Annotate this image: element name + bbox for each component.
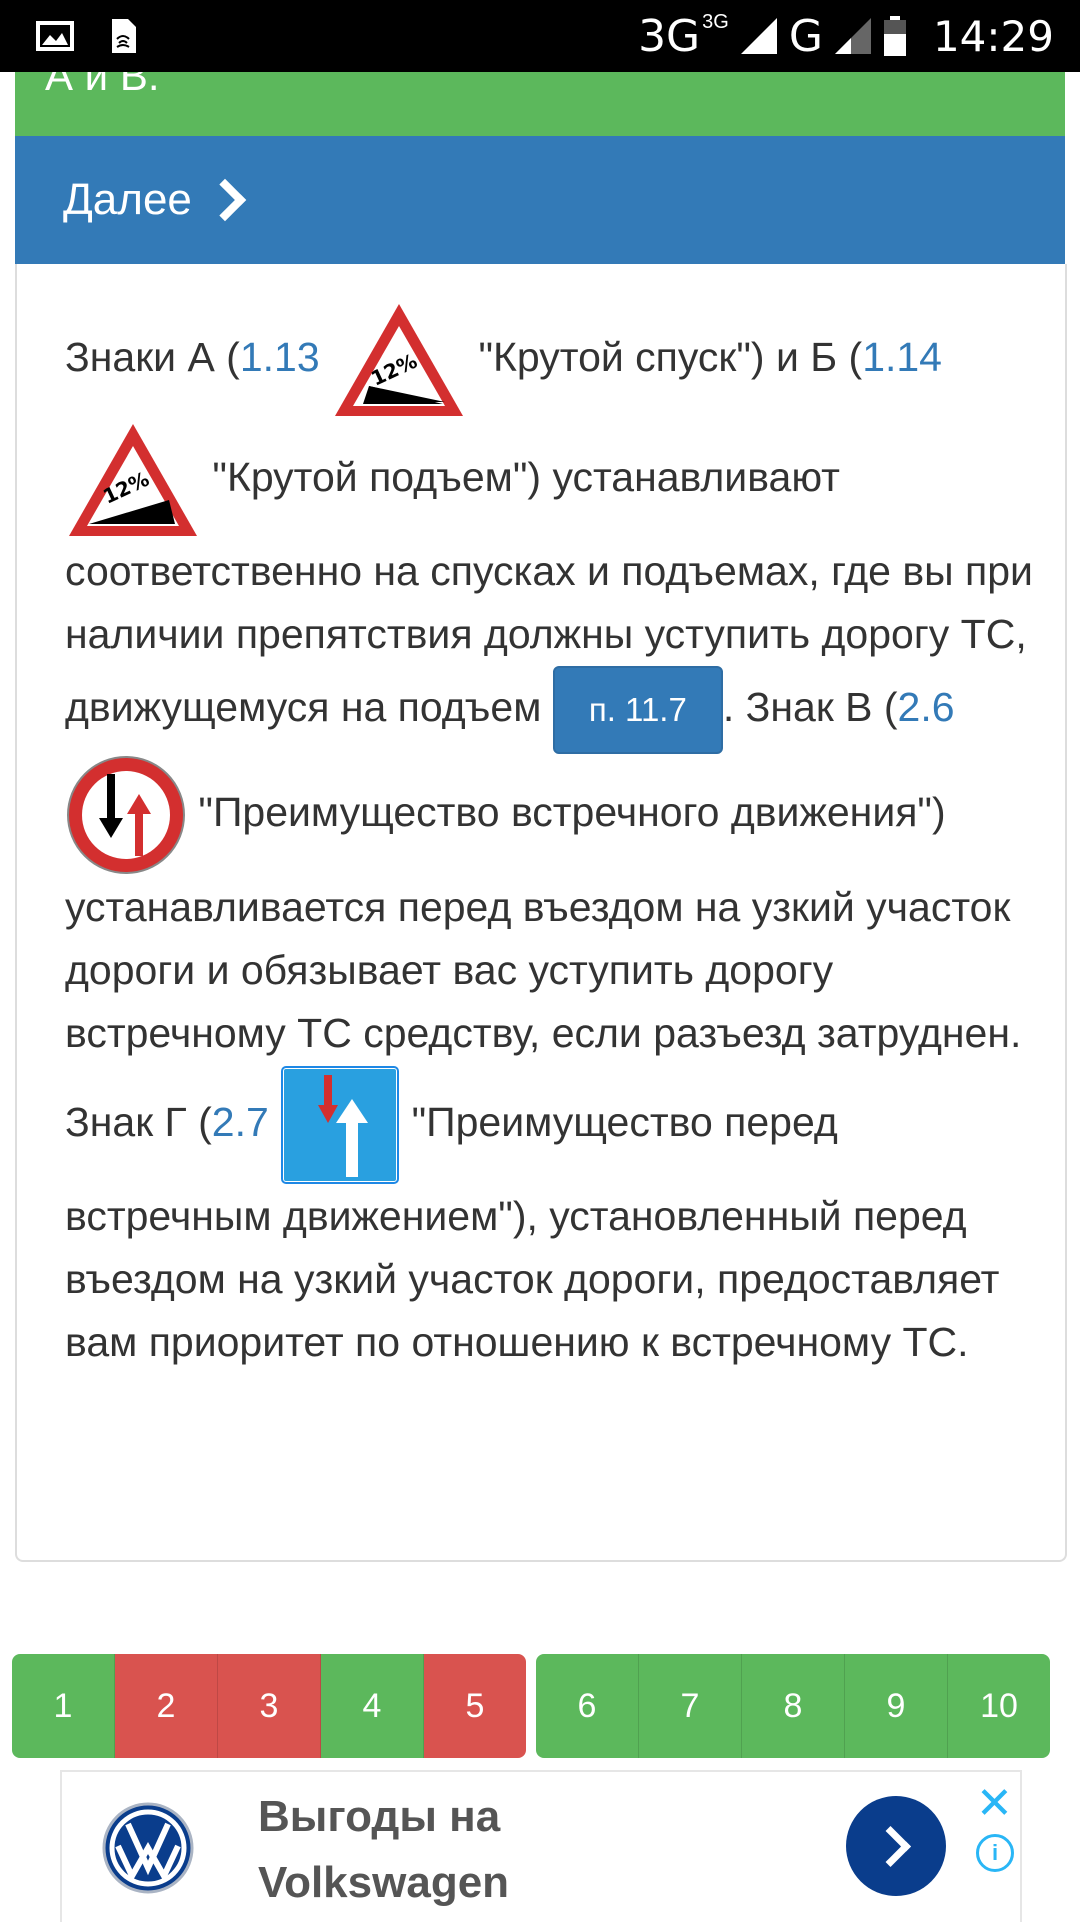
status-bar: 3G 3G G 14:29 bbox=[0, 0, 1080, 72]
priority-over-oncoming-sign-icon bbox=[280, 1065, 401, 1185]
link-sign-1-14[interactable]: 1.14 bbox=[862, 334, 942, 380]
explanation-text: Знаки А (1.13 12% "Крутой спуск") и Б (1… bbox=[65, 300, 1045, 1374]
ad-banner[interactable]: Выгоды на Volkswagen ✕ i bbox=[60, 1770, 1022, 1922]
next-button[interactable]: Далее bbox=[15, 136, 1065, 264]
clock: 14:29 bbox=[932, 11, 1054, 61]
page-button-4[interactable]: 4 bbox=[321, 1654, 424, 1758]
network-type-g: G bbox=[788, 10, 823, 62]
link-sign-2-7[interactable]: 2.7 bbox=[212, 1099, 269, 1145]
oncoming-priority-sign-icon bbox=[67, 756, 185, 874]
steep-ascent-sign-icon: 12% bbox=[69, 424, 197, 536]
ad-title[interactable]: Выгоды на Volkswagen bbox=[258, 1784, 678, 1916]
explanation-panel: Знаки А (1.13 12% "Крутой спуск") и Б (1… bbox=[15, 264, 1067, 1562]
sim-card-icon bbox=[112, 19, 136, 53]
question-pagination: 1 2 3 4 5 6 7 8 9 10 bbox=[12, 1654, 1050, 1758]
chevron-right-icon bbox=[869, 1825, 912, 1868]
pagination-group-2: 6 7 8 9 10 bbox=[536, 1654, 1050, 1758]
page-button-1[interactable]: 1 bbox=[12, 1654, 115, 1758]
link-sign-1-13[interactable]: 1.13 bbox=[240, 334, 320, 380]
network-type-3g-small: 3G bbox=[702, 10, 729, 33]
image-notification-icon bbox=[36, 21, 74, 51]
page-button-10[interactable]: 10 bbox=[948, 1654, 1050, 1758]
answer-result-strip: А и В. bbox=[15, 72, 1065, 136]
page-button-8[interactable]: 8 bbox=[742, 1654, 845, 1758]
page-button-6[interactable]: 6 bbox=[536, 1654, 639, 1758]
volkswagen-logo bbox=[102, 1802, 194, 1894]
text-segment: "Преимущество встречного движения") уста… bbox=[65, 788, 1022, 1145]
next-label: Далее bbox=[63, 175, 192, 224]
page-button-2[interactable]: 2 bbox=[115, 1654, 218, 1758]
battery-icon bbox=[883, 16, 906, 56]
answer-result-text: А и В. bbox=[45, 72, 160, 99]
steep-descent-sign-icon: 12% bbox=[335, 304, 464, 416]
ad-close-icon[interactable]: ✕ bbox=[976, 1778, 1013, 1829]
page-button-9[interactable]: 9 bbox=[845, 1654, 948, 1758]
page-button-5[interactable]: 5 bbox=[424, 1654, 526, 1758]
network-type-3g: 3G bbox=[638, 10, 701, 62]
link-sign-2-6[interactable]: 2.6 bbox=[898, 684, 955, 730]
chevron-right-icon bbox=[203, 178, 247, 222]
rule-11-7-button[interactable]: п. 11.7 bbox=[552, 666, 723, 754]
page-button-3[interactable]: 3 bbox=[218, 1654, 321, 1758]
text-segment: . Знак В ( bbox=[722, 683, 898, 730]
signal-strength-2-icon bbox=[834, 18, 871, 54]
page-button-7[interactable]: 7 bbox=[639, 1654, 742, 1758]
ad-go-button[interactable] bbox=[846, 1796, 946, 1896]
ad-info-icon[interactable]: i bbox=[976, 1834, 1014, 1872]
text-segment: Знаки А ( bbox=[65, 333, 240, 380]
signal-strength-icon bbox=[740, 18, 777, 54]
text-segment: "Крутой спуск") и Б ( bbox=[478, 333, 863, 380]
pagination-group-1: 1 2 3 4 5 bbox=[12, 1654, 526, 1758]
